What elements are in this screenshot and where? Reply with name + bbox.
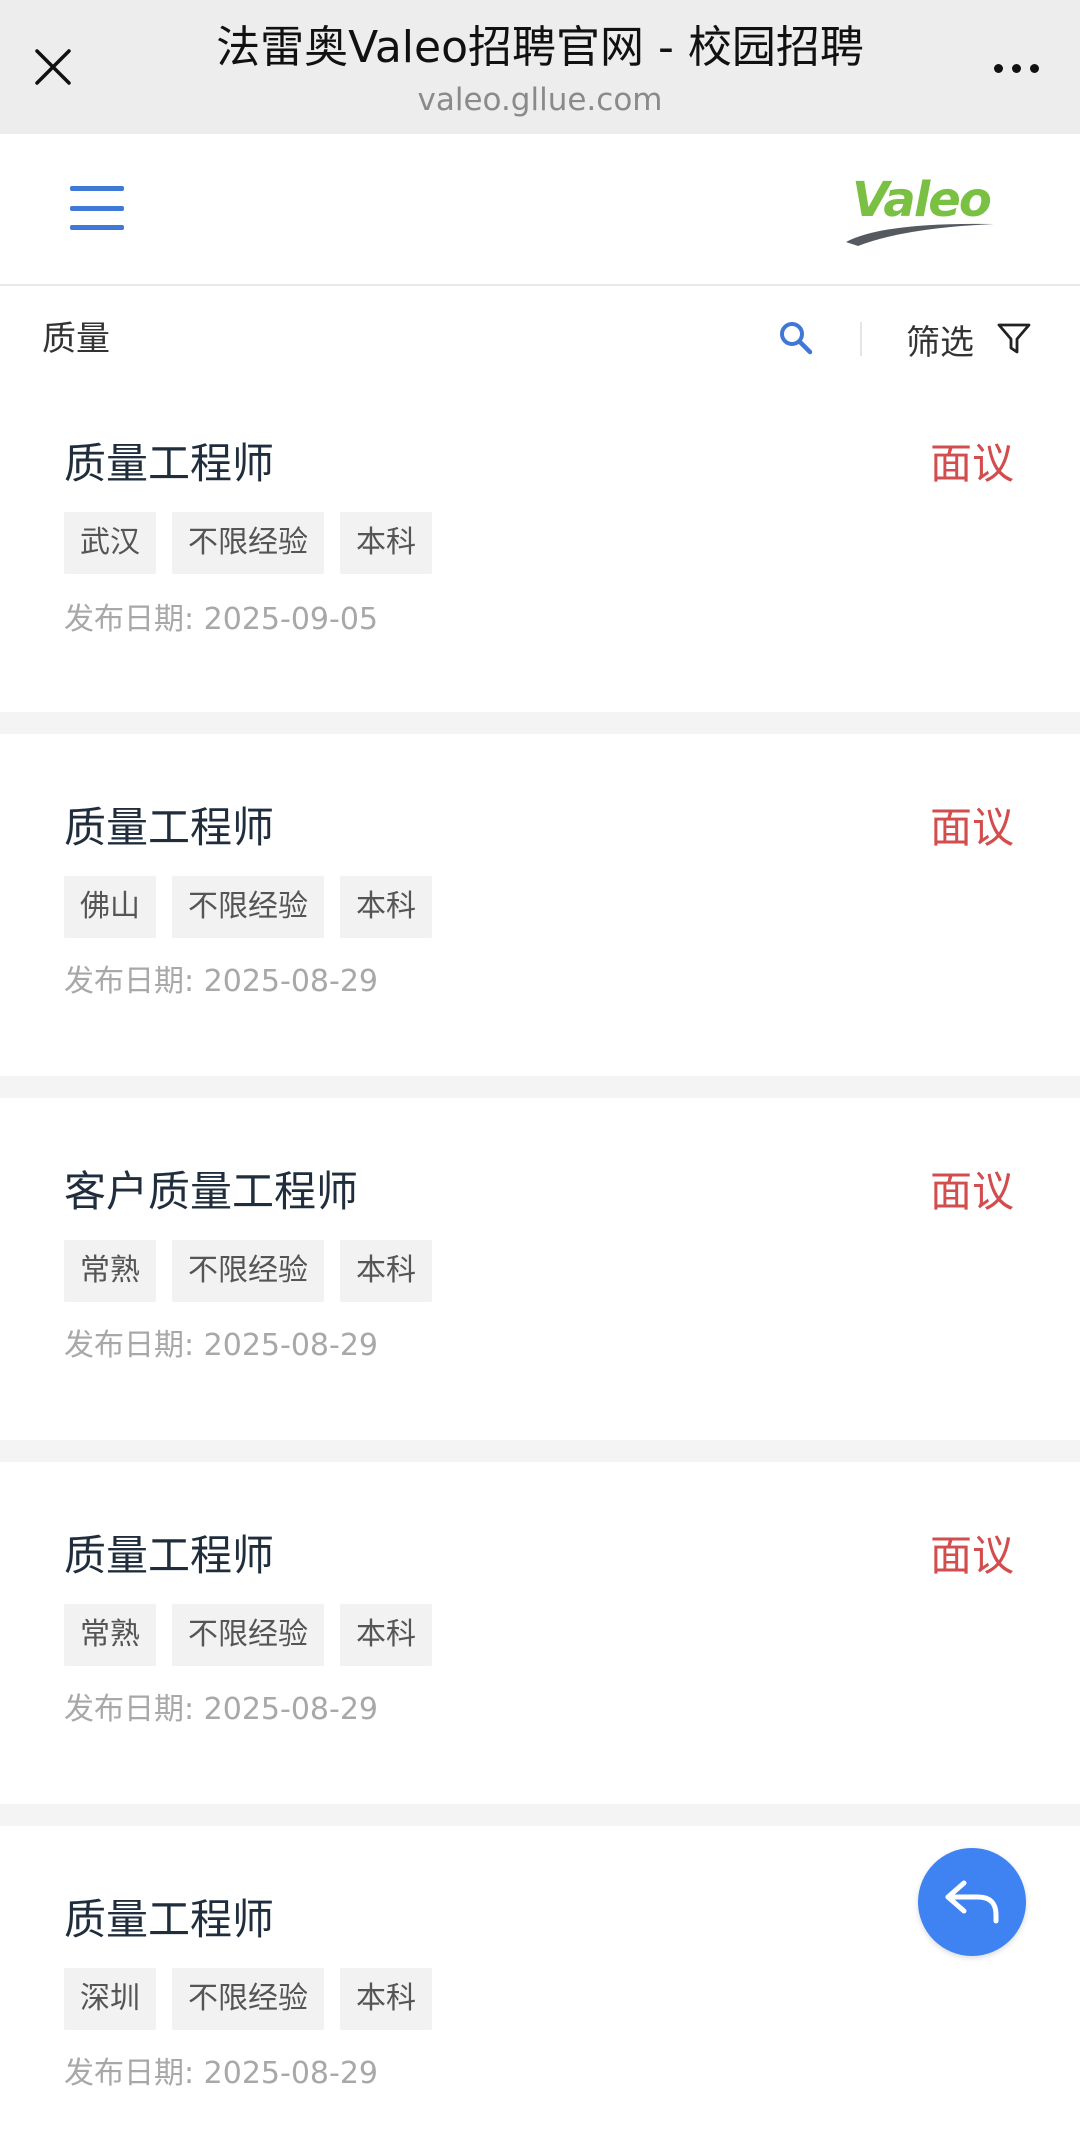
publish-date: 发布日期: 2025-08-29 (64, 964, 378, 999)
tag-education: 本科 (340, 1604, 432, 1666)
site-header: Valeo (0, 134, 1080, 286)
job-title: 质量工程师 (64, 1895, 275, 1944)
divider (0, 1440, 1080, 1462)
tag-experience: 不限经验 (172, 512, 324, 574)
job-list: 质量工程师 面议 武汉 不限经验 本科 发布日期: 2025-09-05 质量工… (0, 392, 1080, 2146)
tag-experience: 不限经验 (172, 1968, 324, 2030)
close-button[interactable] (22, 36, 84, 98)
filter-label: 筛选 (906, 322, 974, 363)
tag-education: 本科 (340, 1240, 432, 1302)
job-card[interactable]: 质量工程师 面议 常熟 不限经验 本科 发布日期: 2025-08-29 (0, 1462, 1080, 1804)
tag-education: 本科 (340, 512, 432, 574)
tag-education: 本科 (340, 1968, 432, 2030)
more-icon (993, 63, 1003, 73)
job-tags: 常熟 不限经验 本科 (64, 1604, 432, 1666)
tag-location: 常熟 (64, 1240, 156, 1302)
tag-experience: 不限经验 (172, 1240, 324, 1302)
job-card[interactable]: 质量工程师 面议 佛山 不限经验 本科 发布日期: 2025-08-29 (0, 734, 1080, 1076)
job-card[interactable]: 客户质量工程师 面议 常熟 不限经验 本科 发布日期: 2025-08-29 (0, 1098, 1080, 1440)
publish-date: 发布日期: 2025-08-29 (64, 2056, 378, 2091)
tag-location: 深圳 (64, 1968, 156, 2030)
job-title: 客户质量工程师 (64, 1167, 359, 1216)
publish-date: 发布日期: 2025-09-05 (64, 602, 378, 637)
job-tags: 武汉 不限经验 本科 (64, 512, 432, 574)
job-salary: 面议 (929, 1167, 1014, 1216)
job-tags: 常熟 不限经验 本科 (64, 1240, 432, 1302)
job-card[interactable]: 质量工程师 深圳 不限经验 本科 发布日期: 2025-08-29 (0, 1826, 1080, 2146)
divider (0, 1076, 1080, 1098)
divider (0, 1804, 1080, 1826)
browser-bar: 法雷奥Valeo招聘官网 - 校园招聘 valeo.gllue.com (0, 0, 1080, 134)
publish-date: 发布日期: 2025-08-29 (64, 1328, 378, 1363)
job-tags: 深圳 不限经验 本科 (64, 1968, 432, 2030)
job-salary: 面议 (929, 439, 1014, 488)
tag-location: 武汉 (64, 512, 156, 574)
job-salary: 面议 (929, 1531, 1014, 1580)
close-icon (35, 49, 71, 85)
publish-date: 发布日期: 2025-08-29 (64, 1692, 378, 1727)
back-arrow-icon (945, 1880, 999, 1924)
hamburger-icon[interactable] (70, 186, 124, 230)
logo-text: Valeo (852, 172, 991, 228)
job-tags: 佛山 不限经验 本科 (64, 876, 432, 938)
divider (0, 712, 1080, 734)
job-title: 质量工程师 (64, 803, 275, 852)
page-url: valeo.gllue.com (417, 82, 663, 118)
tag-experience: 不限经验 (172, 876, 324, 938)
filter-button[interactable]: 筛选 (906, 314, 1032, 364)
back-button[interactable] (918, 1848, 1026, 1956)
tag-experience: 不限经验 (172, 1604, 324, 1666)
search-bar: 质量 筛选 (0, 288, 1080, 390)
valeo-logo[interactable]: Valeo (844, 170, 1004, 250)
filter-icon (997, 323, 1031, 354)
tag-location: 佛山 (64, 876, 156, 938)
job-card[interactable]: 质量工程师 面议 武汉 不限经验 本科 发布日期: 2025-09-05 (0, 392, 1080, 712)
job-salary: 面议 (929, 803, 1014, 852)
job-title: 质量工程师 (64, 439, 275, 488)
tag-education: 本科 (340, 876, 432, 938)
job-title: 质量工程师 (64, 1531, 275, 1580)
more-button[interactable] (980, 42, 1052, 94)
title-block: 法雷奥Valeo招聘官网 - 校园招聘 valeo.gllue.com (140, 18, 940, 120)
tag-location: 常熟 (64, 1604, 156, 1666)
search-input[interactable]: 质量 (42, 314, 110, 364)
search-icon[interactable] (776, 318, 816, 358)
page-title: 法雷奥Valeo招聘官网 - 校园招聘 (216, 22, 864, 73)
divider (860, 322, 862, 356)
